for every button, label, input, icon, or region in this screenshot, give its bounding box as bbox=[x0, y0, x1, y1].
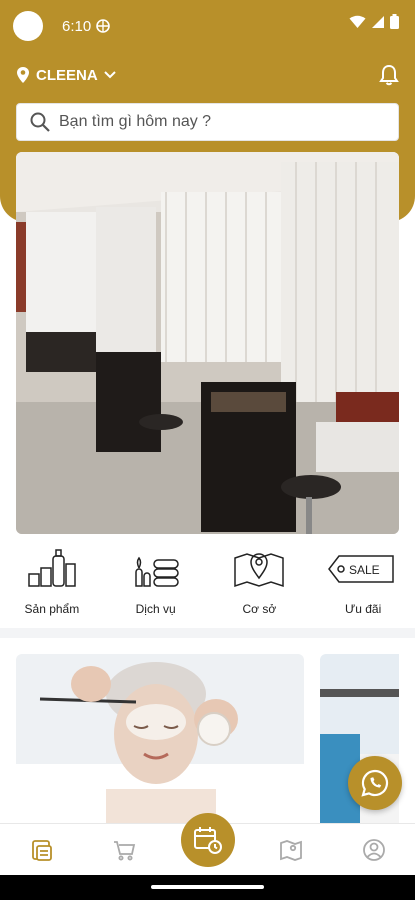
category-locations[interactable]: Cơ sở bbox=[208, 548, 312, 624]
location-selector[interactable]: CLEENA bbox=[16, 66, 116, 84]
booking-calendar-icon bbox=[194, 827, 222, 854]
facial-treatment-photo bbox=[16, 654, 304, 829]
category-menu: Sản phẩm Dịch vụ Cơ sở SALE Ưu đãi bbox=[0, 548, 415, 624]
category-label: Dịch vụ bbox=[135, 602, 176, 616]
notification-bell-icon[interactable] bbox=[379, 64, 399, 86]
location-name: CLEENA bbox=[36, 66, 98, 84]
category-label: Cơ sở bbox=[242, 602, 277, 616]
promo-card-facial[interactable] bbox=[16, 654, 304, 829]
category-label: Ưu đãi bbox=[344, 602, 382, 616]
booking-button[interactable] bbox=[181, 813, 235, 867]
camera-cutout bbox=[13, 11, 43, 41]
signal-icon bbox=[372, 15, 384, 28]
search-placeholder: Bạn tìm gì hôm nay ? bbox=[59, 113, 212, 130]
home-indicator[interactable] bbox=[151, 885, 264, 889]
hero-banner-image[interactable] bbox=[16, 152, 399, 534]
cart-icon[interactable] bbox=[112, 838, 136, 862]
salon-interior-photo bbox=[16, 152, 399, 534]
whatsapp-icon bbox=[361, 769, 389, 797]
category-label: Sản phẩm bbox=[24, 602, 80, 616]
sale-tag-text: SALE bbox=[349, 563, 380, 577]
home-icon[interactable] bbox=[30, 838, 54, 862]
map-icon[interactable] bbox=[279, 838, 303, 862]
location-pin-icon bbox=[17, 67, 29, 83]
status-bar: 6:10 bbox=[0, 0, 415, 56]
search-icon bbox=[30, 112, 50, 132]
wifi-icon bbox=[349, 15, 366, 28]
vpn-icon bbox=[96, 19, 110, 33]
map-pin-icon bbox=[234, 553, 285, 588]
battery-icon bbox=[390, 14, 399, 29]
status-time: 6:10 bbox=[62, 18, 92, 35]
cosmetics-icon bbox=[28, 549, 76, 587]
category-deals[interactable]: SALE Ưu đãi bbox=[311, 548, 415, 624]
category-services[interactable]: Dịch vụ bbox=[104, 548, 208, 624]
whatsapp-chat-button[interactable] bbox=[348, 756, 402, 810]
search-bar[interactable]: Bạn tìm gì hôm nay ? bbox=[16, 103, 399, 141]
section-divider bbox=[0, 628, 415, 638]
system-gesture-bar bbox=[0, 875, 415, 900]
spa-service-icon bbox=[134, 556, 179, 587]
category-products[interactable]: Sản phẩm bbox=[0, 548, 104, 624]
profile-icon[interactable] bbox=[362, 838, 386, 862]
sale-tag-icon: SALE bbox=[328, 555, 394, 583]
chevron-down-icon bbox=[103, 71, 116, 79]
